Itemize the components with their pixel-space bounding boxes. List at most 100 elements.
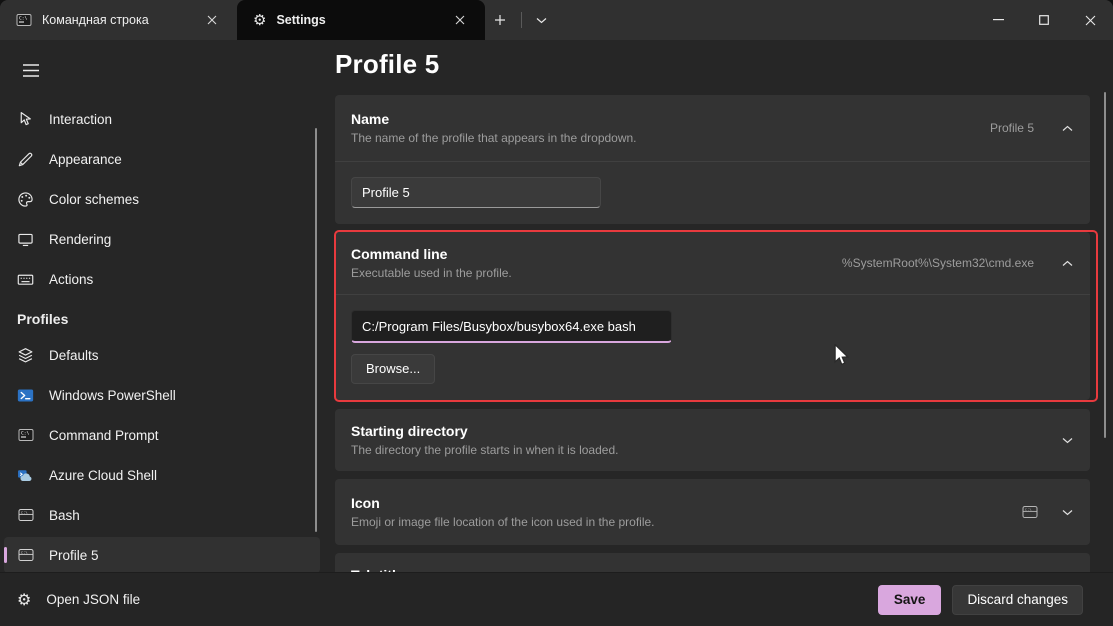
sidebar-item-color-schemes[interactable]: Color schemes: [4, 181, 320, 217]
page-title: Profile 5: [335, 49, 1090, 80]
settings-sidebar: Interaction Appearance Color schemes: [0, 40, 334, 572]
chevron-up-icon[interactable]: [1060, 121, 1074, 135]
sidebar-item-actions[interactable]: Actions: [4, 261, 320, 297]
content-scrollbar[interactable]: [1104, 92, 1107, 438]
selection-indicator: [4, 547, 7, 563]
chevron-down-icon[interactable]: [1060, 433, 1074, 447]
open-json-file-button[interactable]: ⚙ Open JSON file: [17, 592, 140, 608]
interaction-icon: [17, 111, 34, 128]
save-button[interactable]: Save: [878, 585, 942, 615]
sidebar-item-interaction[interactable]: Interaction: [4, 101, 320, 137]
sidebar-item-label: Appearance: [49, 152, 122, 167]
svg-text:c:\: c:\: [20, 549, 27, 554]
setting-title: Tab title: [351, 565, 1074, 572]
profiles-section-header: Profiles: [17, 311, 334, 327]
titlebar-drag-area: [556, 0, 975, 40]
tab-label: Settings: [276, 13, 437, 27]
setting-card-icon: Icon Emoji or image file location of the…: [335, 479, 1090, 545]
new-tab-button[interactable]: [485, 6, 515, 34]
sidebar-item-bash[interactable]: c:\ Bash: [4, 497, 320, 533]
browse-button[interactable]: Browse...: [351, 354, 435, 384]
sidebar-item-label: Color schemes: [49, 192, 139, 207]
sidebar-item-label: Azure Cloud Shell: [49, 468, 157, 483]
profile-name-input[interactable]: [351, 177, 601, 208]
tab-settings[interactable]: ⚙ Settings: [237, 0, 485, 40]
settings-footer: ⚙ Open JSON file Save Discard changes: [0, 572, 1113, 626]
sidebar-scrollbar[interactable]: [315, 128, 317, 532]
setting-title: Icon: [351, 493, 1022, 513]
sidebar-item-label: Bash: [49, 508, 80, 523]
svg-text:c:\: c:\: [1025, 506, 1032, 511]
sidebar-nav: Interaction Appearance Color schemes: [0, 101, 334, 573]
windows-terminal-window: C:\ Командная строка ⚙ Settings: [0, 0, 1113, 626]
sidebar-item-windows-powershell[interactable]: Windows PowerShell: [4, 377, 320, 413]
hamburger-menu-button[interactable]: [14, 54, 48, 86]
close-tab-icon[interactable]: [199, 7, 225, 33]
layers-icon: [17, 347, 34, 364]
setting-current-value: Profile 5: [990, 121, 1034, 135]
sidebar-item-rendering[interactable]: Rendering: [4, 221, 320, 257]
tab-dropdown-button[interactable]: [526, 6, 556, 34]
setting-title: Starting directory: [351, 421, 1060, 441]
setting-description: The name of the profile that appears in …: [351, 129, 990, 147]
open-json-label: Open JSON file: [46, 592, 140, 607]
svg-text:C:\: C:\: [21, 431, 30, 437]
chevron-down-icon[interactable]: [1060, 505, 1074, 519]
powershell-icon: [17, 387, 34, 404]
terminal-window-icon: c:\: [17, 547, 34, 564]
close-tab-icon[interactable]: [447, 7, 473, 33]
profile-icon-preview: c:\: [1022, 504, 1038, 520]
svg-text:C:\: C:\: [19, 16, 28, 22]
setting-card-tab-title: Tab title: [335, 553, 1090, 572]
sidebar-item-label: Windows PowerShell: [49, 388, 176, 403]
chevron-up-icon[interactable]: [1060, 256, 1074, 270]
minimize-button[interactable]: [975, 0, 1021, 40]
setting-title: Command line: [351, 244, 842, 264]
expander-body-name: [335, 161, 1090, 224]
gear-icon: ⚙: [17, 592, 31, 608]
sidebar-item-appearance[interactable]: Appearance: [4, 141, 320, 177]
sidebar-item-label: Interaction: [49, 112, 112, 127]
window-controls: [975, 0, 1113, 40]
command-line-input[interactable]: [351, 310, 672, 343]
setting-description: Emoji or image file location of the icon…: [351, 513, 1022, 531]
expander-body-command-line: Browse...: [335, 294, 1090, 400]
tab-bar-divider: [521, 12, 522, 28]
setting-card-name: Name The name of the profile that appear…: [335, 95, 1090, 224]
setting-title: Name: [351, 109, 990, 129]
terminal-window-icon: c:\: [17, 507, 34, 524]
expander-header-command-line[interactable]: Command line Executable used in the prof…: [335, 232, 1090, 294]
maximize-button[interactable]: [1021, 0, 1067, 40]
keyboard-icon: [17, 271, 34, 288]
sidebar-item-label: Rendering: [49, 232, 111, 247]
monitor-icon: [17, 231, 34, 248]
expander-header-tab-title[interactable]: Tab title: [335, 553, 1090, 572]
cmd-icon: C:\: [17, 427, 34, 444]
paintbrush-icon: [17, 151, 34, 168]
sidebar-item-profile-5[interactable]: c:\ Profile 5: [4, 537, 320, 573]
palette-icon: [17, 191, 34, 208]
cmd-icon: C:\: [16, 12, 32, 28]
setting-description: Executable used in the profile.: [351, 264, 842, 282]
sidebar-item-label: Actions: [49, 272, 93, 287]
expander-header-name[interactable]: Name The name of the profile that appear…: [335, 95, 1090, 161]
titlebar: C:\ Командная строка ⚙ Settings: [0, 0, 1113, 40]
discard-changes-button[interactable]: Discard changes: [952, 585, 1083, 615]
setting-description: The directory the profile starts in when…: [351, 441, 1060, 459]
sidebar-item-defaults[interactable]: Defaults: [4, 337, 320, 373]
expander-header-icon[interactable]: Icon Emoji or image file location of the…: [335, 479, 1090, 545]
sidebar-item-label: Profile 5: [49, 548, 99, 563]
sidebar-item-command-prompt[interactable]: C:\ Command Prompt: [4, 417, 320, 453]
settings-content: Profile 5 Name The name of the profile t…: [334, 40, 1113, 572]
expander-header-starting-directory[interactable]: Starting directory The directory the pro…: [335, 409, 1090, 471]
svg-text:c:\: c:\: [20, 509, 27, 514]
setting-current-value: %SystemRoot%\System32\cmd.exe: [842, 256, 1034, 270]
close-window-button[interactable]: [1067, 0, 1113, 40]
gear-icon: ⚙: [253, 13, 266, 28]
tab-command-prompt[interactable]: C:\ Командная строка: [0, 0, 237, 40]
sidebar-item-azure-cloud-shell[interactable]: Azure Cloud Shell: [4, 457, 320, 493]
azure-cloud-icon: [17, 467, 34, 484]
setting-card-starting-directory: Starting directory The directory the pro…: [335, 409, 1090, 471]
sidebar-item-label: Defaults: [49, 348, 99, 363]
sidebar-item-label: Command Prompt: [49, 428, 159, 443]
